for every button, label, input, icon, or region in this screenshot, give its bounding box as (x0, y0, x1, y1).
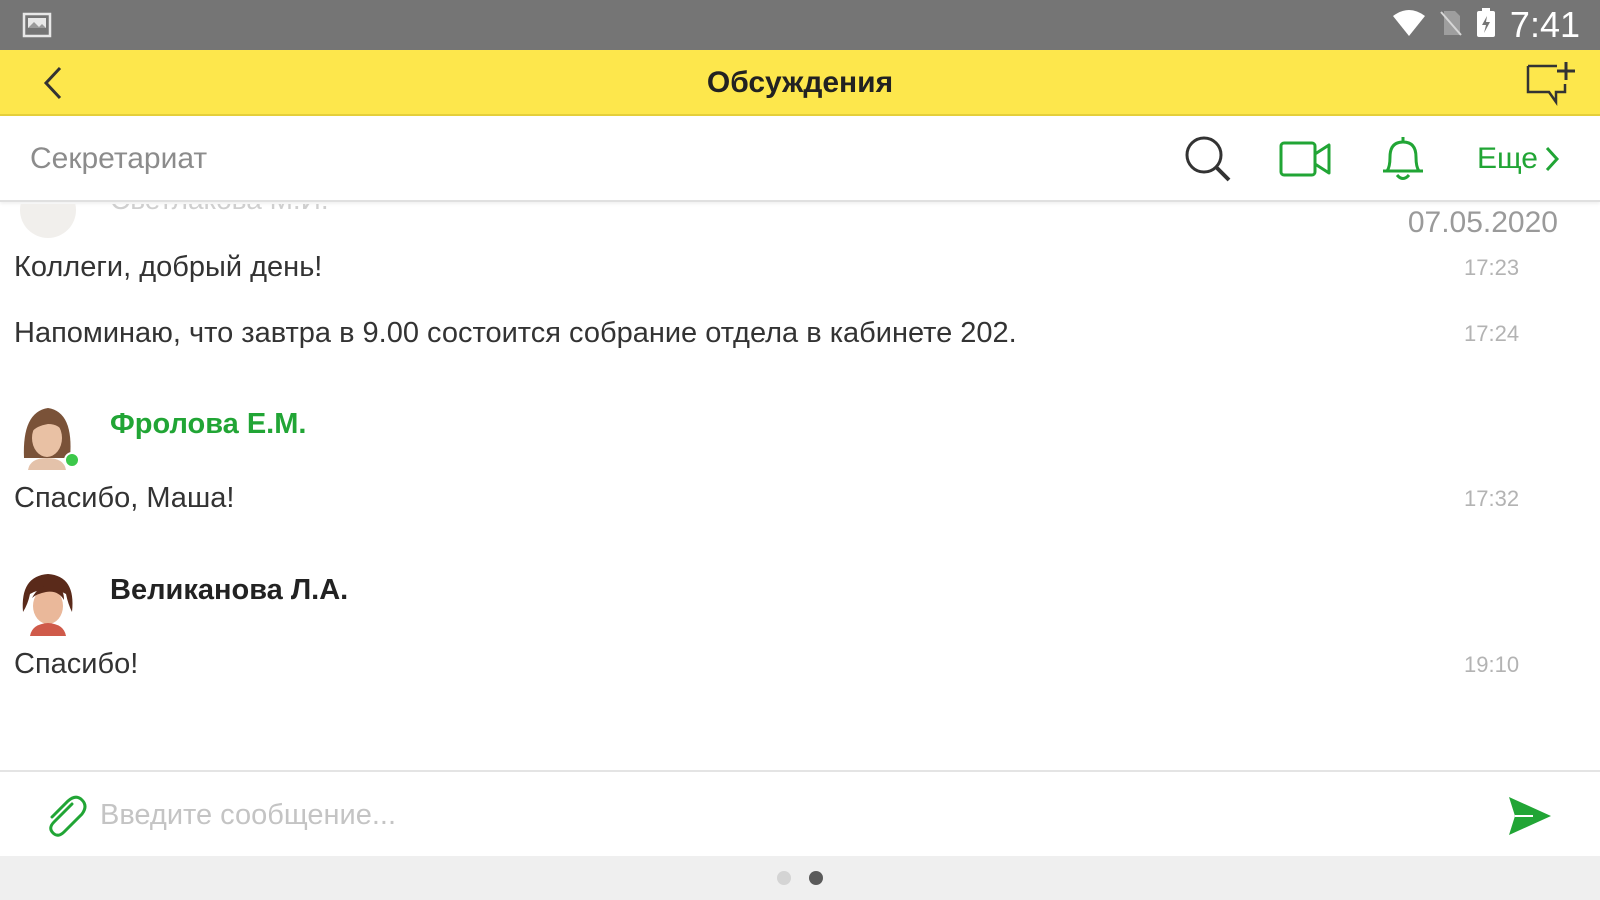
channel-bar: Секретариат Еще (0, 116, 1600, 202)
paperclip-icon (49, 795, 87, 837)
message-time: 17:24 (1464, 321, 1520, 346)
more-label: Еще (1476, 142, 1538, 175)
chevron-left-icon (43, 66, 62, 100)
message-time: 17:23 (1464, 255, 1520, 280)
video-call-icon (1279, 141, 1331, 177)
new-discussion-button[interactable] (1524, 58, 1578, 108)
message-author[interactable]: Фролова Е.М. (110, 408, 306, 441)
no-sim-icon (1440, 9, 1462, 42)
message-text: Коллеги, добрый день! (14, 251, 323, 283)
send-button[interactable] (1504, 790, 1556, 842)
video-call-button[interactable] (1278, 134, 1332, 184)
status-bar: 7:41 (0, 0, 1600, 50)
page-dot-active[interactable] (809, 871, 823, 885)
gallery-icon (22, 12, 52, 43)
notifications-button[interactable] (1376, 134, 1430, 184)
avatar[interactable] (18, 402, 80, 470)
message-author: Светлакова М.И. (110, 204, 329, 216)
message-time: 17:32 (1464, 486, 1520, 511)
chevron-right-icon (1545, 146, 1560, 172)
search-icon (1185, 136, 1231, 182)
channel-name: Секретариат (30, 142, 208, 175)
new-discussion-icon (1526, 62, 1575, 106)
avatar[interactable] (18, 568, 78, 636)
page-indicator (0, 856, 1600, 900)
search-button[interactable] (1181, 134, 1235, 184)
battery-icon (1476, 7, 1496, 43)
date-separator: 07.05.2020 (1407, 206, 1558, 239)
page-dot[interactable] (777, 871, 791, 885)
message-input[interactable] (100, 788, 1440, 842)
send-icon (1509, 797, 1551, 835)
avatar (20, 204, 76, 238)
bell-icon (1383, 137, 1423, 180)
page-title: Обсуждения (706, 66, 894, 99)
message-author[interactable]: Великанова Л.А. (110, 574, 348, 607)
message-composer (0, 770, 1600, 856)
attach-button[interactable] (40, 790, 92, 842)
online-indicator (64, 452, 80, 468)
message-text: Напоминаю, что завтра в 9.00 состоится с… (14, 317, 1017, 349)
wifi-icon (1392, 9, 1426, 42)
clock: 7:41 (1509, 4, 1580, 45)
message-text: Спасибо, Маша! (14, 482, 235, 514)
more-button[interactable]: Еще (1477, 116, 1560, 202)
message-feed[interactable]: Светлакова М.И. 07.05.2020 Коллеги, добр… (0, 204, 1600, 770)
message-text: Спасибо! (14, 648, 139, 680)
app-bar: Обсуждения (0, 50, 1600, 116)
back-button[interactable] (30, 60, 76, 106)
message-time: 19:10 (1464, 652, 1520, 677)
